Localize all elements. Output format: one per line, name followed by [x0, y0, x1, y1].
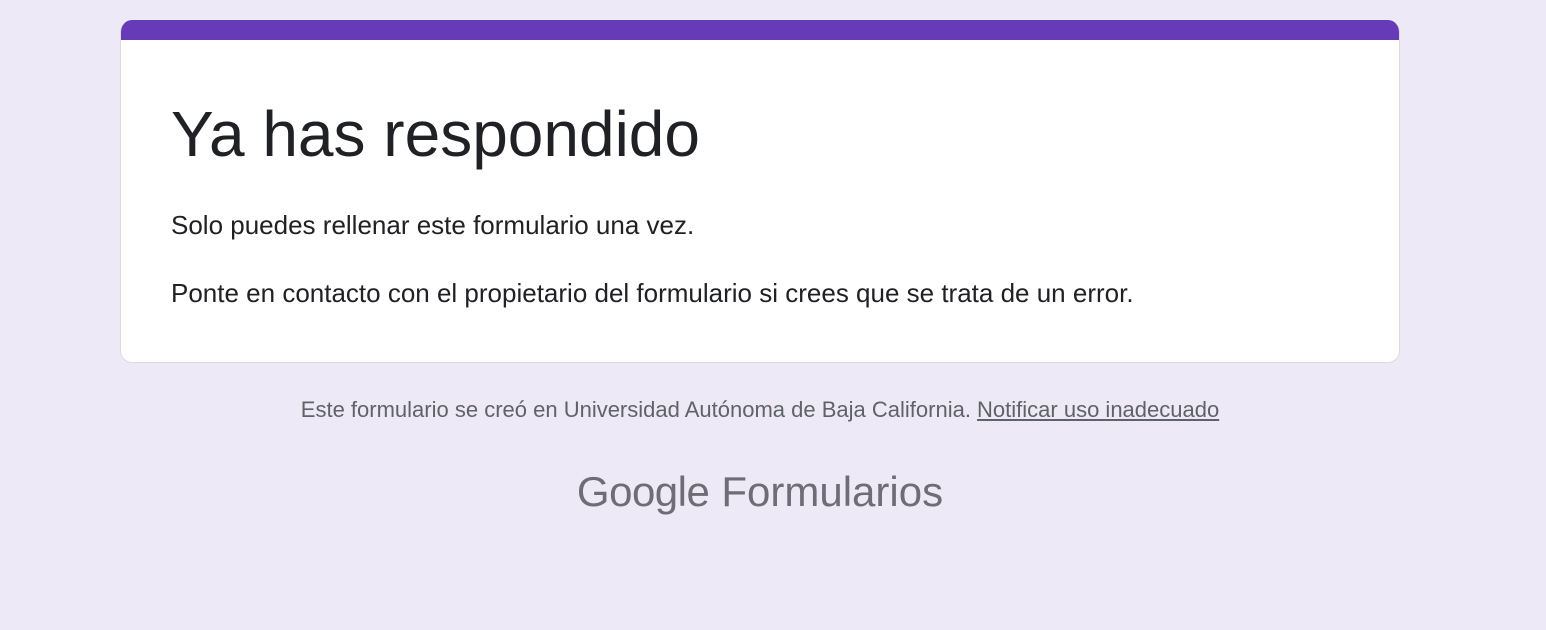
form-origin-note: Este formulario se creó en Universidad A…: [0, 396, 1520, 424]
card-accent-bar: [121, 20, 1399, 40]
google-wordmark: Google: [576, 468, 710, 515]
report-abuse-link[interactable]: Notificar uso inadecuado: [977, 397, 1219, 422]
contact-owner-message: Ponte en contacto con el propietario del…: [171, 278, 1134, 308]
single-response-message: Solo puedes rellenar este formulario una…: [171, 210, 695, 240]
form-origin-text: Este formulario se creó en Universidad A…: [300, 397, 978, 422]
google-forms-logo[interactable]: Google Formularios: [0, 465, 1520, 519]
form-card: Ya has respondido Solo puedes rellenar e…: [120, 20, 1400, 363]
product-name: Formularios: [721, 468, 944, 515]
page-title: Ya has respondido: [171, 98, 700, 170]
